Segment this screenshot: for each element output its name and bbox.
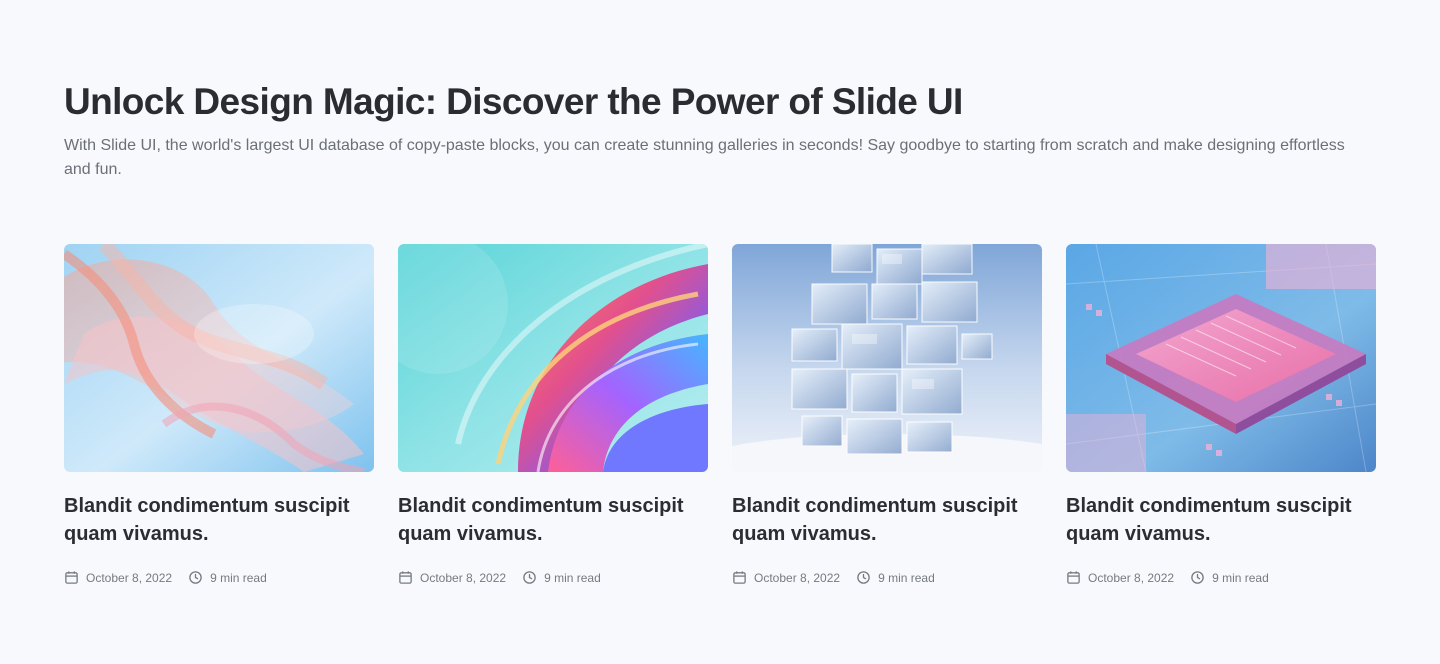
page-title: Unlock Design Magic: Discover the Power … bbox=[64, 81, 963, 122]
calendar-icon bbox=[65, 571, 78, 584]
page-subtitle: With Slide UI, the world's largest UI da… bbox=[64, 137, 1345, 178]
date-meta: October 8, 2022 bbox=[732, 570, 840, 585]
card-meta: October 8, 2022 9 min read bbox=[398, 570, 708, 585]
read-time-meta: 9 min read bbox=[856, 570, 935, 585]
card-image[interactable] bbox=[64, 244, 374, 472]
card-image[interactable] bbox=[732, 244, 1042, 472]
card-image[interactable] bbox=[1066, 244, 1376, 472]
read-time-meta: 9 min read bbox=[522, 570, 601, 585]
card-grid: Blandit condimentum suscipit quam vivamu… bbox=[64, 244, 1376, 585]
card-meta: October 8, 2022 9 min read bbox=[732, 570, 1042, 585]
clock-icon bbox=[523, 571, 536, 584]
card-title[interactable]: Blandit condimentum suscipit quam vivamu… bbox=[64, 492, 364, 548]
card-read-time: 9 min read bbox=[1212, 570, 1269, 585]
card-read-time: 9 min read bbox=[878, 570, 935, 585]
card-title[interactable]: Blandit condimentum suscipit quam vivamu… bbox=[732, 492, 1032, 548]
card-meta: October 8, 2022 9 min read bbox=[1066, 570, 1376, 585]
calendar-icon bbox=[1067, 571, 1080, 584]
gallery-section: Unlock Design Magic: Discover the Power … bbox=[64, 80, 1376, 585]
calendar-icon bbox=[733, 571, 746, 584]
card-read-time: 9 min read bbox=[544, 570, 601, 585]
read-time-meta: 9 min read bbox=[1190, 570, 1269, 585]
article-card[interactable]: Blandit condimentum suscipit quam vivamu… bbox=[1066, 244, 1376, 585]
card-read-time: 9 min read bbox=[210, 570, 267, 585]
article-card[interactable]: Blandit condimentum suscipit quam vivamu… bbox=[64, 244, 374, 585]
clock-icon bbox=[1191, 571, 1204, 584]
card-date: October 8, 2022 bbox=[420, 570, 507, 585]
date-meta: October 8, 2022 bbox=[64, 570, 172, 585]
card-date: October 8, 2022 bbox=[1088, 570, 1175, 585]
date-meta: October 8, 2022 bbox=[398, 570, 506, 585]
article-card[interactable]: Blandit condimentum suscipit quam vivamu… bbox=[732, 244, 1042, 585]
read-time-meta: 9 min read bbox=[188, 570, 267, 585]
clock-icon bbox=[857, 571, 870, 584]
card-meta: October 8, 2022 9 min read bbox=[64, 570, 374, 585]
card-date: October 8, 2022 bbox=[86, 570, 173, 585]
card-title[interactable]: Blandit condimentum suscipit quam vivamu… bbox=[398, 492, 698, 548]
clock-icon bbox=[189, 571, 202, 584]
card-date: October 8, 2022 bbox=[754, 570, 841, 585]
card-title[interactable]: Blandit condimentum suscipit quam vivamu… bbox=[1066, 492, 1366, 548]
calendar-icon bbox=[399, 571, 412, 584]
card-image[interactable] bbox=[398, 244, 708, 472]
article-card[interactable]: Blandit condimentum suscipit quam vivamu… bbox=[398, 244, 708, 585]
date-meta: October 8, 2022 bbox=[1066, 570, 1174, 585]
